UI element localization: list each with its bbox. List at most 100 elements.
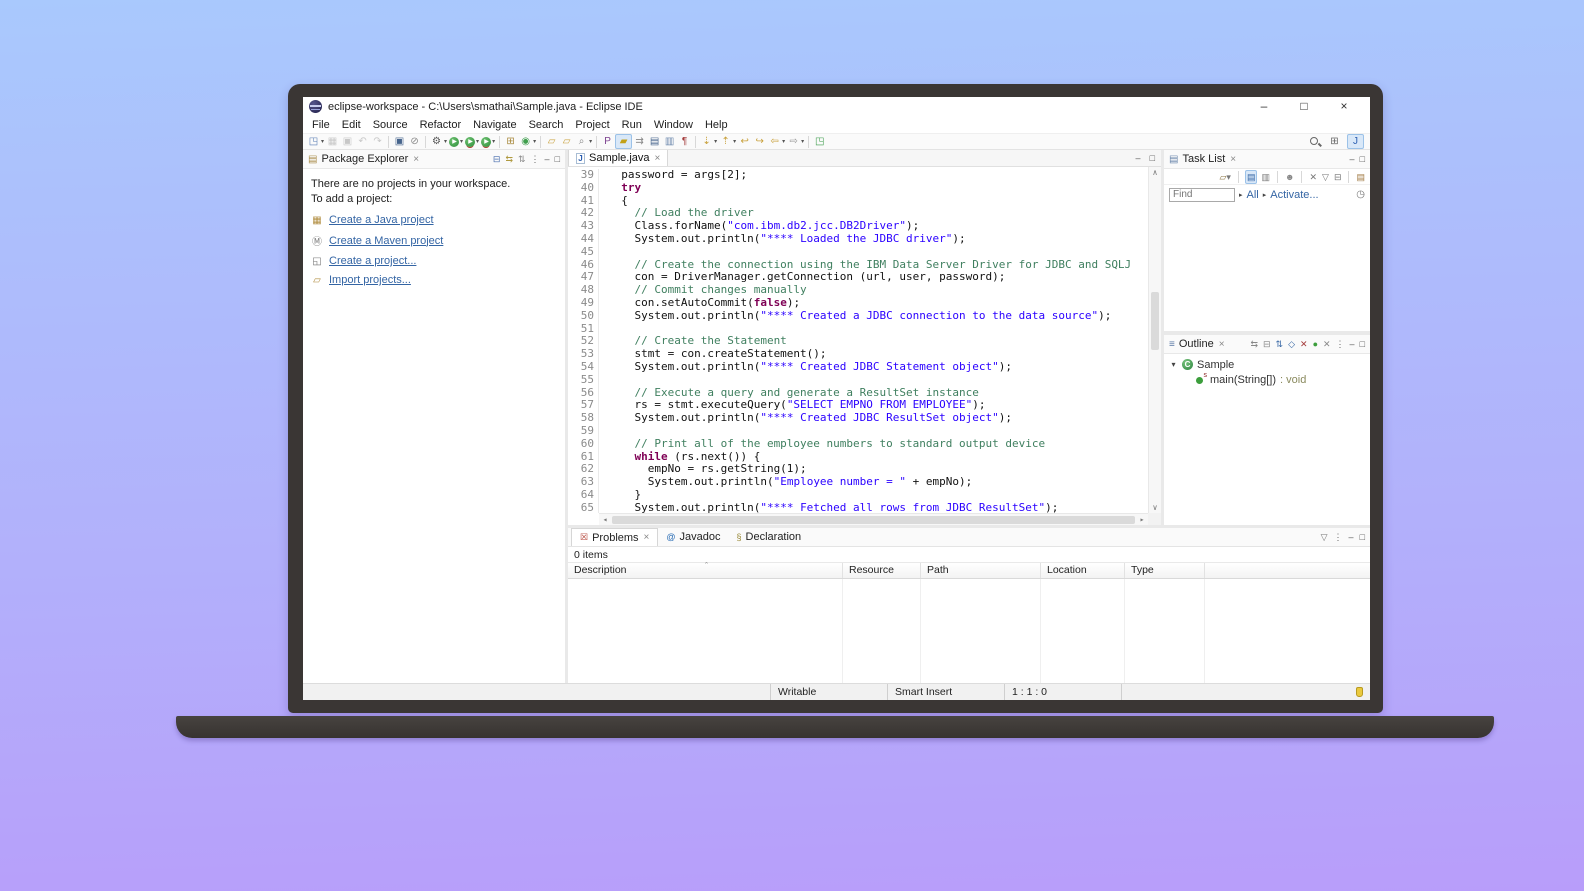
open-perspective-icon[interactable]: ⊞ xyxy=(1327,134,1342,149)
menu-search[interactable]: Search xyxy=(523,118,570,132)
sort-icon[interactable]: ⇅ xyxy=(1276,338,1284,350)
editor-horizontal-scrollbar[interactable]: ◂ ▸ xyxy=(599,513,1148,525)
task-activate-link[interactable]: Activate... xyxy=(1270,189,1318,201)
filter-icon[interactable]: ▽ xyxy=(1321,171,1330,183)
redo-icon[interactable]: ↷ xyxy=(370,134,385,149)
show-source-annotations-icon[interactable]: ▥ xyxy=(662,134,677,149)
collapse-all-icon[interactable]: ⊟ xyxy=(493,153,501,165)
editor-maximize-icon[interactable]: □ xyxy=(1150,153,1155,163)
scroll-left-icon[interactable]: ◂ xyxy=(599,515,611,524)
open-type-icon[interactable]: ▱ xyxy=(544,134,559,149)
package-explorer-title[interactable]: Package Explorer xyxy=(321,153,408,165)
view-menu-icon[interactable]: ⋮ xyxy=(1334,531,1343,543)
open-console-icon[interactable]: ▣ xyxy=(392,134,407,149)
outline-class-row[interactable]: ▾ C Sample xyxy=(1169,357,1370,372)
save-icon[interactable]: ▦ xyxy=(325,134,340,149)
minimize-icon[interactable]: – xyxy=(1349,531,1354,543)
collapse-all-icon[interactable]: ⊟ xyxy=(1263,338,1271,350)
tab-declaration[interactable]: §Declaration xyxy=(729,528,810,546)
outline-minimize-icon[interactable]: – xyxy=(1350,339,1355,349)
import-projects-link[interactable]: ▱Import projects... xyxy=(311,274,557,286)
column-header-location[interactable]: Location xyxy=(1041,563,1125,578)
java-perspective-icon[interactable]: J xyxy=(1347,134,1364,149)
search-flashlight-icon[interactable]: ⌕▾ xyxy=(574,134,593,149)
tab-javadoc[interactable]: @Javadoc xyxy=(658,528,728,546)
create-java-project-link[interactable]: ▦Create a Java project xyxy=(311,214,557,226)
task-list-minimize-icon[interactable]: – xyxy=(1350,154,1355,164)
menu-source[interactable]: Source xyxy=(367,118,414,132)
tree-expand-icon[interactable]: ▾ xyxy=(1169,360,1178,369)
outline-maximize-icon[interactable]: □ xyxy=(1360,339,1365,349)
hide-fields-icon[interactable]: ◇ xyxy=(1288,338,1295,350)
categorized-icon[interactable]: ▤ xyxy=(1245,170,1258,184)
link-with-editor-icon[interactable]: ⇆ xyxy=(1250,338,1258,350)
create-maven-project-link[interactable]: ⓂCreate a Maven project xyxy=(311,233,557,248)
back-icon[interactable]: ⇦▾ xyxy=(767,134,786,149)
new-java-class-icon[interactable]: ◉▾ xyxy=(518,134,537,149)
link-with-editor-icon[interactable]: ⇆ xyxy=(505,153,513,165)
collapse-icon[interactable]: ⊟ xyxy=(1333,171,1343,183)
column-header-resource[interactable]: Resource xyxy=(843,563,921,578)
tab-problems-close-icon[interactable]: × xyxy=(644,532,650,543)
menu-navigate[interactable]: Navigate xyxy=(467,118,522,132)
column-header-description[interactable]: Descriptionˆ xyxy=(568,563,843,578)
skip-all-breakpoints-icon[interactable]: ⊘ xyxy=(407,134,422,149)
code-editor[interactable]: 39 password = args[2];40 try41 {42 // Lo… xyxy=(568,167,1161,525)
undo-icon[interactable]: ↶ xyxy=(355,134,370,149)
next-annotation-icon[interactable]: ⇉ xyxy=(632,134,647,149)
toggle-mark-occurrences-icon[interactable]: ▰ xyxy=(615,134,632,149)
menu-refactor[interactable]: Refactor xyxy=(414,118,468,132)
editor-minimize-icon[interactable]: – xyxy=(1136,153,1141,163)
maximize-button[interactable]: □ xyxy=(1284,97,1324,116)
minimize-icon[interactable]: – xyxy=(545,153,550,165)
debug-icon[interactable]: ⚙▾ xyxy=(429,134,448,149)
task-list-close-icon[interactable]: × xyxy=(1230,154,1236,165)
outline-method-row[interactable]: s main(String[]) : void xyxy=(1196,372,1370,387)
task-list-title[interactable]: Task List xyxy=(1182,153,1225,165)
view-menu-icon[interactable]: ⋮ xyxy=(1336,338,1345,350)
notification-icon[interactable] xyxy=(1356,687,1363,697)
new-task-icon[interactable]: ▱▾ xyxy=(1219,171,1232,183)
task-filter-all-link[interactable]: All xyxy=(1247,189,1259,201)
editor-tab-sample-java[interactable]: J Sample.java × xyxy=(568,150,668,166)
menu-project[interactable]: Project xyxy=(569,118,615,132)
minimize-button[interactable]: – xyxy=(1244,97,1284,116)
scroll-right-icon[interactable]: ▸ xyxy=(1136,515,1148,524)
close-button[interactable]: × xyxy=(1324,97,1364,116)
task-find-input[interactable] xyxy=(1169,188,1235,202)
menu-window[interactable]: Window xyxy=(648,118,699,132)
outline-title[interactable]: Outline xyxy=(1179,338,1214,350)
new-java-project-icon[interactable]: ⊞ xyxy=(503,134,518,149)
task-list-maximize-icon[interactable]: □ xyxy=(1360,154,1365,164)
hide-local-types-icon[interactable]: ✕ xyxy=(1323,338,1331,350)
go-to-last-edit-icon[interactable]: ⇡▾ xyxy=(718,134,737,149)
horizontal-scroll-thumb[interactable] xyxy=(612,516,1135,524)
editor-vertical-scrollbar[interactable]: ∧ ∨ xyxy=(1148,167,1161,513)
group-by-icon[interactable]: ▥ xyxy=(1260,171,1271,183)
editor-tab-close-icon[interactable]: × xyxy=(655,153,661,164)
hide-static-members-icon[interactable]: ✕ xyxy=(1300,338,1308,350)
task-notes-icon[interactable]: ▤ xyxy=(1355,171,1366,183)
vertical-scroll-thumb[interactable] xyxy=(1151,292,1159,351)
focus-on-active-task-icon[interactable]: ⇅ xyxy=(518,153,526,165)
new-snippet-icon[interactable]: ▤ xyxy=(647,134,662,149)
back-history-icon[interactable]: ↩ xyxy=(737,134,752,149)
menu-help[interactable]: Help xyxy=(699,118,734,132)
show-whitespace-icon[interactable]: ¶ xyxy=(677,134,692,149)
view-menu-icon[interactable]: ⋮ xyxy=(531,153,540,165)
outline-close-icon[interactable]: × xyxy=(1219,339,1225,350)
column-header-type[interactable]: Type xyxy=(1125,563,1205,578)
scroll-up-icon[interactable]: ∧ xyxy=(1149,168,1161,177)
open-resource-icon[interactable]: ▱ xyxy=(559,134,574,149)
run-external-tools-icon[interactable]: ▶▾ xyxy=(480,134,496,149)
link-with-editor-icon[interactable]: ◳ xyxy=(812,134,827,149)
tab-problems[interactable]: ☒Problems× xyxy=(571,528,658,546)
coverage-icon[interactable]: ▶▾ xyxy=(464,134,480,149)
clock-icon[interactable]: ◷ xyxy=(1356,189,1365,200)
new-wizard-icon[interactable]: ◳▾ xyxy=(306,134,325,149)
maximize-icon[interactable]: □ xyxy=(555,153,560,165)
column-header-path[interactable]: Path xyxy=(921,563,1041,578)
package-explorer-close-icon[interactable]: × xyxy=(413,154,419,165)
forward-icon[interactable]: ⇨▾ xyxy=(786,134,805,149)
menu-file[interactable]: File xyxy=(306,118,336,132)
